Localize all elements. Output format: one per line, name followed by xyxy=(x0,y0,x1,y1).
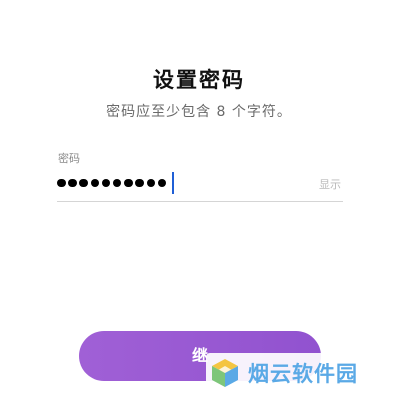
password-dot xyxy=(101,178,111,188)
password-field-label: 密码 xyxy=(58,152,80,165)
password-field[interactable]: 显示 xyxy=(57,168,343,202)
watermark: 烟云软件园 xyxy=(206,353,396,393)
password-dot xyxy=(79,178,88,188)
watermark-text: 烟云软件园 xyxy=(248,362,358,386)
password-dot xyxy=(157,178,167,188)
password-dot xyxy=(57,178,66,188)
password-dot xyxy=(135,178,144,188)
password-dot xyxy=(90,178,100,188)
password-masked-value xyxy=(57,172,174,194)
show-password-toggle[interactable]: 显示 xyxy=(319,176,341,192)
password-dot xyxy=(68,178,77,188)
page-title: 设置密码 xyxy=(153,68,245,92)
password-dot xyxy=(124,178,133,188)
password-dot xyxy=(112,178,122,188)
text-caret xyxy=(171,172,174,194)
password-field-underline xyxy=(57,201,343,202)
page-subtitle: 密码应至少包含 8 个字符。 xyxy=(106,104,292,120)
cube-logo-icon xyxy=(212,359,238,387)
password-dot xyxy=(146,178,155,188)
